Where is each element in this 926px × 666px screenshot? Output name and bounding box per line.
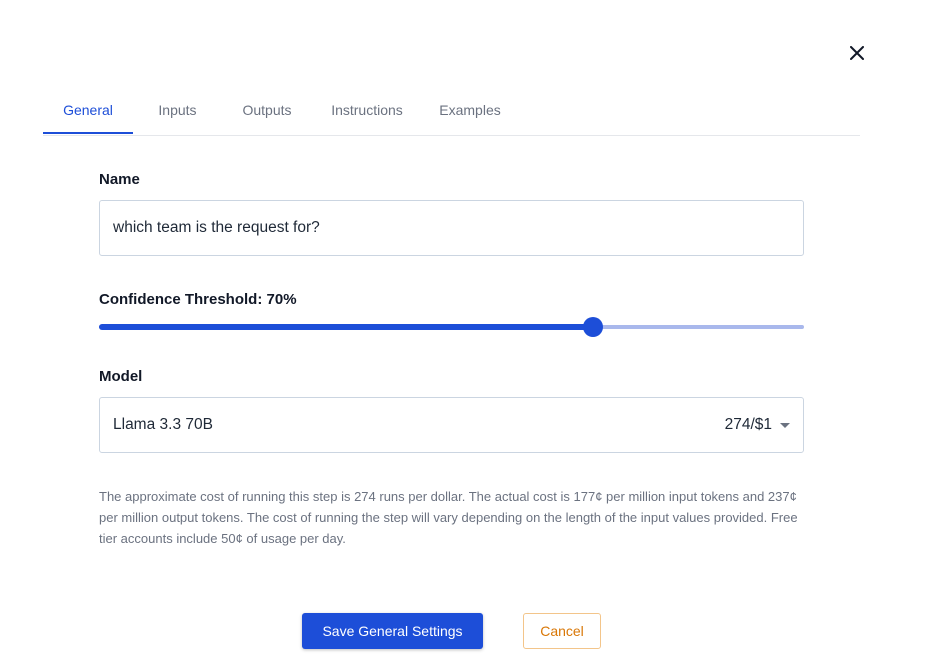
cancel-button[interactable]: Cancel	[523, 613, 601, 649]
tab-general[interactable]: General	[43, 94, 133, 134]
tab-outputs[interactable]: Outputs	[222, 94, 312, 134]
name-label: Name	[99, 171, 140, 188]
close-button[interactable]	[846, 42, 868, 64]
model-rate: 274/$1	[724, 416, 772, 433]
model-label: Model	[99, 368, 143, 385]
model-select[interactable]: Llama 3.3 70B 274/$1	[99, 397, 804, 453]
slider-track	[99, 324, 593, 330]
tab-examples[interactable]: Examples	[422, 94, 518, 134]
close-icon	[850, 46, 864, 60]
save-general-settings-button[interactable]: Save General Settings	[302, 613, 483, 649]
slider-thumb[interactable]	[582, 317, 603, 337]
name-input[interactable]	[99, 200, 804, 256]
tab-bar: General Inputs Outputs Instructions Exam…	[43, 94, 860, 136]
tab-instructions[interactable]: Instructions	[312, 94, 422, 134]
confidence-slider[interactable]	[99, 315, 804, 337]
confidence-threshold-label: Confidence Threshold: 70%	[99, 291, 297, 308]
cost-description: The approximate cost of running this ste…	[99, 489, 798, 546]
chevron-down-icon	[780, 422, 790, 428]
tab-inputs[interactable]: Inputs	[133, 94, 222, 134]
model-selected-value: Llama 3.3 70B	[113, 416, 213, 433]
